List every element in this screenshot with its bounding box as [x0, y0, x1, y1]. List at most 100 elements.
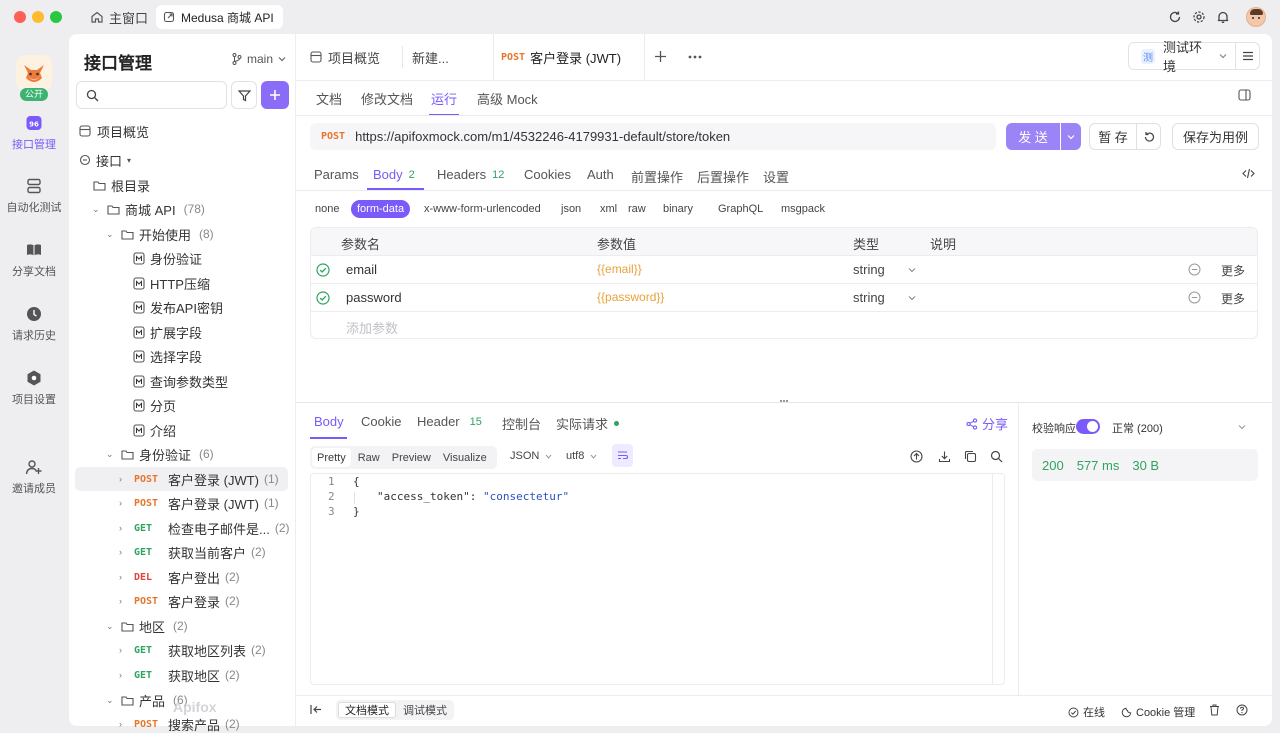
tree-api-item[interactable]: › GET 获取当前客户 (2) [119, 541, 266, 563]
tree-folder-region[interactable]: ⌄ 地区 (2) [106, 615, 188, 637]
tab-new[interactable]: 新建... [412, 34, 449, 80]
tree-folder-shop-api[interactable]: ⌄ 商城 API (78) [92, 198, 205, 220]
subtab-edit-docs[interactable]: 修改文档 [361, 89, 413, 108]
save-as-case-button[interactable]: 保存为用例 [1172, 123, 1259, 150]
remove-icon[interactable] [1188, 263, 1201, 276]
tree-doc-item[interactable]: 扩展字段 [133, 321, 202, 343]
body-type-option[interactable]: xml [594, 200, 623, 218]
window-tab-home[interactable]: 主窗口 [84, 5, 154, 29]
validate-toggle[interactable] [1076, 419, 1100, 434]
param-type[interactable]: string [853, 290, 885, 305]
bell-icon[interactable] [1216, 10, 1230, 24]
send-options-button[interactable] [1061, 123, 1081, 150]
check-circle-icon[interactable] [316, 263, 330, 277]
close-window-button[interactable] [14, 11, 26, 23]
tree-root-directory[interactable]: 根目录 [93, 174, 150, 196]
response-tab-body[interactable]: Body [314, 414, 344, 429]
chevron-down-icon[interactable] [1238, 424, 1246, 430]
body-type-option[interactable]: msgpack [775, 200, 831, 218]
rail-item-project-settings[interactable]: 项目设置 [0, 369, 68, 407]
param-tab[interactable]: 后置操作 [697, 167, 749, 186]
tree-doc-item[interactable]: 身份验证 [133, 247, 202, 269]
param-tab[interactable]: 设置 [763, 167, 789, 186]
body-type-option[interactable]: json [555, 200, 587, 218]
url-input[interactable]: POST https://apifoxmock.com/m1/4532246-4… [310, 123, 996, 150]
add-tab-icon[interactable] [654, 50, 667, 63]
tree-api-item[interactable]: › GET 获取地区 (2) [119, 664, 240, 686]
body-type-option[interactable]: x-www-form-urlencoded [418, 200, 547, 218]
rail-item-automation[interactable]: 自动化测试 [0, 177, 68, 215]
debug-mode-button[interactable]: 调试模式 [398, 702, 452, 718]
param-name[interactable]: email [346, 262, 377, 277]
tree-doc-item[interactable]: 选择字段 [133, 345, 202, 367]
window-tab-project[interactable]: Medusa 商城 API [156, 5, 283, 29]
tab-customer-login-jwt[interactable]: POST 客户登录 (JWT) [501, 34, 621, 80]
body-type-option[interactable]: form-data [351, 200, 411, 218]
gear-icon[interactable] [1192, 10, 1206, 24]
tree-api-item[interactable]: › GET 获取地区列表 (2) [119, 639, 266, 661]
response-tab-actual-request[interactable]: 实际请求 [556, 414, 620, 433]
param-name[interactable]: password [346, 290, 402, 305]
param-value[interactable]: {{email}} [597, 262, 642, 276]
tree-doc-item[interactable]: 发布API密钥 [133, 296, 223, 318]
branch-selector[interactable]: main [232, 52, 286, 66]
panel-toggle-icon[interactable] [1238, 89, 1251, 101]
tree-api-item[interactable]: › POST 客户登录 (JWT) (1) [119, 468, 279, 490]
code-icon[interactable] [1242, 168, 1255, 179]
response-tab-console[interactable]: 控制台 [502, 414, 541, 433]
project-logo[interactable] [16, 55, 52, 91]
body-type-option[interactable]: GraphQL [712, 200, 769, 218]
param-value[interactable]: {{password}} [597, 290, 664, 304]
share-button[interactable]: 分享 [966, 414, 1008, 433]
maximize-window-button[interactable] [50, 11, 62, 23]
send-button[interactable]: 发 送 [1006, 123, 1060, 150]
request-method[interactable]: POST [321, 131, 345, 142]
view-raw[interactable]: Raw [353, 448, 385, 467]
tree-folder-getting-started[interactable]: ⌄ 开始使用 (8) [106, 223, 214, 245]
help-icon[interactable] [1236, 704, 1248, 716]
response-code-editor[interactable] [310, 473, 1005, 685]
save-draft-button[interactable]: 暂 存 [1089, 123, 1137, 150]
check-circle-icon[interactable] [316, 291, 330, 305]
remove-icon[interactable] [1188, 291, 1201, 304]
cookie-manager-button[interactable]: Cookie 管理 [1121, 704, 1195, 720]
tree-api-item[interactable]: › POST 搜索产品 (2) [119, 713, 240, 733]
wrap-lines-button[interactable] [612, 444, 633, 467]
online-status[interactable]: 在线 [1068, 704, 1105, 720]
tree-folder-auth[interactable]: ⌄ 身份验证 (6) [106, 443, 214, 465]
param-more-button[interactable]: 更多 [1221, 290, 1245, 307]
tree-doc-item[interactable]: HTTP压缩 [133, 272, 210, 294]
upload-icon[interactable] [910, 450, 923, 463]
environment-select[interactable]: 测 测试环境 [1128, 40, 1236, 74]
tree-doc-item[interactable]: 查询参数类型 [133, 370, 228, 392]
format-select[interactable]: JSON [510, 450, 552, 462]
subtab-advanced-mock[interactable]: 高级 Mock [477, 89, 538, 108]
body-type-option[interactable]: none [309, 200, 345, 218]
minimize-window-button[interactable] [32, 11, 44, 23]
doc-mode-button[interactable]: 文档模式 [338, 702, 396, 718]
tree-api-item[interactable]: › DEL 客户登出 (2) [119, 566, 240, 588]
view-preview[interactable]: Preview [387, 448, 436, 467]
encoding-select[interactable]: utf8 [566, 450, 597, 462]
view-visualize[interactable]: Visualize [438, 448, 492, 467]
add-param-input[interactable]: 添加参数 [346, 318, 398, 337]
tree-doc-item[interactable]: 介绍 [133, 419, 176, 441]
rail-item-invite[interactable]: 邀请成员 [0, 458, 68, 496]
param-tab[interactable]: Auth [587, 167, 614, 182]
refresh-icon[interactable] [1168, 10, 1182, 24]
param-type[interactable]: string [853, 262, 885, 277]
subtab-run[interactable]: 运行 [431, 89, 457, 108]
rail-item-share-docs[interactable]: 分享文档 [0, 241, 68, 279]
tab-project-overview[interactable]: 项目概览 [310, 34, 380, 80]
user-avatar[interactable] [1246, 7, 1266, 27]
chevron-down-icon[interactable] [908, 295, 916, 301]
environment-menu-button[interactable] [1236, 42, 1260, 70]
view-pretty[interactable]: Pretty [312, 448, 351, 467]
add-button[interactable] [261, 81, 289, 109]
tree-api-item[interactable]: › POST 客户登录 (2) [119, 590, 240, 612]
chevron-down-icon[interactable] [908, 267, 916, 273]
rail-item-api-management[interactable]: 96 接口管理 [0, 114, 68, 152]
tree-api-item[interactable]: › GET 检查电子邮件是... (2) [119, 517, 290, 539]
tree-doc-item[interactable]: 分页 [133, 394, 176, 416]
param-tab[interactable]: Cookies [524, 167, 571, 182]
